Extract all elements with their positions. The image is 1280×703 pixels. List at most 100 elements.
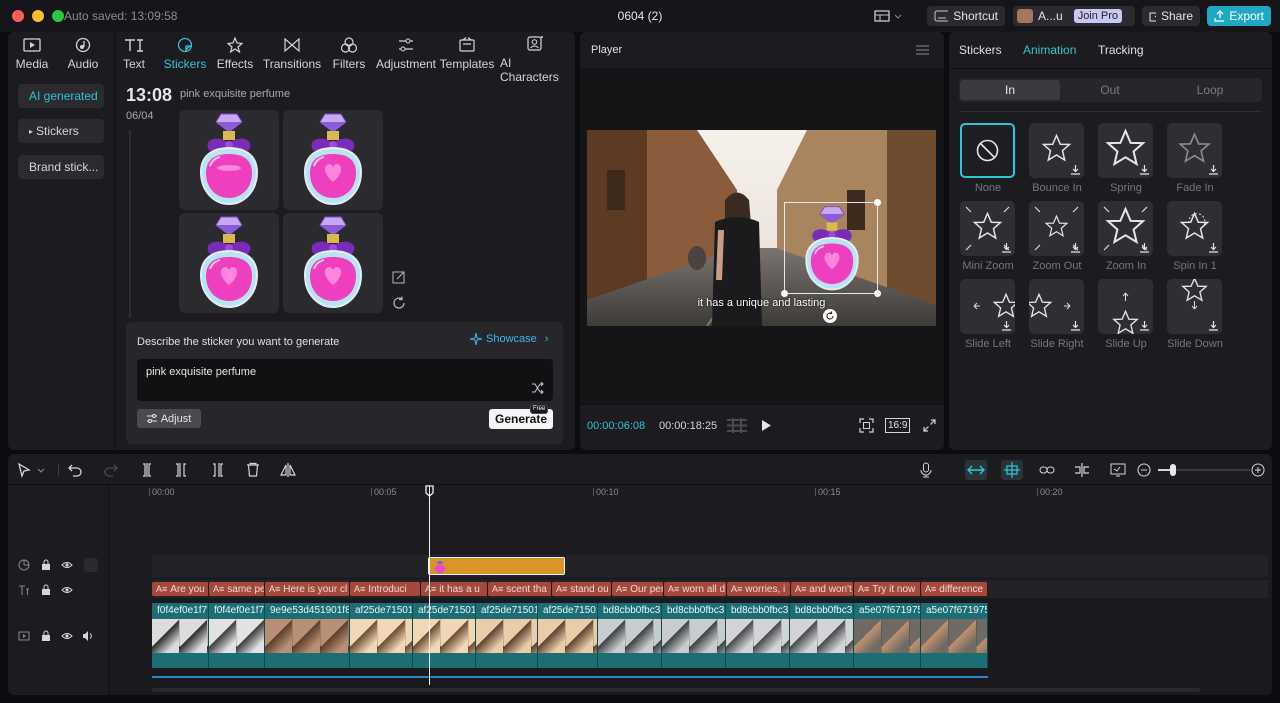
sticker-result-4[interactable] — [283, 213, 383, 313]
select-tool-icon[interactable] — [16, 462, 32, 478]
tab-animation[interactable]: Animation — [1023, 43, 1076, 57]
tab-media[interactable]: Media — [16, 36, 48, 72]
zoom-in-icon[interactable] — [1250, 462, 1266, 478]
animation-mini-zoom[interactable] — [960, 201, 1015, 256]
showcase-link[interactable]: Showcase › — [470, 333, 548, 345]
auto-snap-button[interactable] — [1001, 460, 1023, 480]
tab-ai-characters[interactable]: AI Characters — [500, 36, 570, 84]
resize-handle[interactable] — [781, 290, 788, 297]
thumbnail-toggle-icon[interactable] — [1110, 462, 1126, 478]
aspect-ratio-button[interactable]: 16:9 — [885, 418, 911, 433]
text-clip[interactable]: A≡Our perfu — [612, 582, 664, 596]
animation-none[interactable] — [960, 123, 1015, 178]
text-clip[interactable]: A≡ same pe — [209, 582, 265, 596]
video-frame[interactable]: it has a unique and lasting — [587, 130, 936, 326]
sticker-result-1[interactable] — [179, 110, 279, 210]
export-button[interactable]: Export — [1207, 6, 1271, 26]
text-clip[interactable]: A≡ worn all d — [664, 582, 727, 596]
edit-sticker-button[interactable] — [392, 270, 406, 284]
sidebar-item-brand-stickers[interactable]: Brand stick... — [18, 155, 104, 179]
sidebar-item-stickers[interactable]: ▸ Stickers — [18, 119, 104, 143]
join-pro-badge[interactable]: Join Pro — [1073, 9, 1123, 23]
segment-out[interactable]: Out — [1060, 80, 1160, 100]
split-icon[interactable] — [139, 462, 155, 478]
text-clip[interactable]: A≡ scent tha — [488, 582, 552, 596]
text-clip[interactable]: A≡ difference — [921, 582, 988, 596]
animation-slide-down[interactable] — [1167, 279, 1222, 334]
animation-slide-up[interactable] — [1098, 279, 1153, 334]
text-clip[interactable]: A≡ worries, i — [727, 582, 791, 596]
link-icon[interactable] — [1039, 462, 1055, 478]
video-clip[interactable]: f0f4ef0e1f7 — [152, 603, 209, 668]
fullscreen-fit-icon[interactable] — [859, 418, 874, 433]
zoom-slider-thumb[interactable] — [1170, 464, 1176, 476]
text-clip[interactable]: A≡ it has a u — [421, 582, 488, 596]
text-clip[interactable]: A≡ Try it now — [854, 582, 921, 596]
sticker-clip[interactable] — [428, 557, 565, 575]
video-clip[interactable]: af25de71501 — [476, 603, 538, 668]
zoom-slider-track[interactable] — [1158, 464, 1250, 476]
sticker-result-3[interactable] — [179, 213, 279, 313]
animation-spring[interactable] — [1098, 123, 1153, 178]
grid-icon[interactable] — [727, 418, 747, 433]
text-clip[interactable]: A≡ stand ou — [552, 582, 612, 596]
text-clip[interactable]: A≡ and won't — [791, 582, 854, 596]
lock-icon[interactable] — [40, 559, 52, 571]
segment-loop[interactable]: Loop — [1160, 80, 1260, 100]
zoom-out-icon[interactable] — [1136, 462, 1152, 478]
split-left-icon[interactable] — [174, 462, 190, 478]
segment-in[interactable]: In — [960, 80, 1060, 100]
resize-handle[interactable] — [874, 199, 881, 206]
animation-bounce-in[interactable] — [1029, 123, 1084, 178]
delete-icon[interactable] — [245, 462, 261, 478]
tab-text[interactable]: Text — [121, 36, 147, 72]
video-clip[interactable]: bd8cbb0fbc3 — [726, 603, 790, 668]
mirror-icon[interactable] — [280, 462, 296, 478]
video-clip[interactable]: a5e07f671975 — [854, 603, 921, 668]
lock-icon[interactable] — [40, 630, 52, 642]
tab-stickers-props[interactable]: Stickers — [959, 43, 1002, 57]
video-clip[interactable]: bd8cbb0fbc3 — [790, 603, 854, 668]
preview-axis-icon[interactable] — [1074, 462, 1090, 478]
eye-icon[interactable] — [61, 559, 73, 571]
video-clip[interactable]: a5e07f671975 — [921, 603, 988, 668]
rotate-handle[interactable] — [823, 309, 837, 323]
redo-icon[interactable] — [103, 462, 119, 478]
play-icon[interactable] — [761, 419, 772, 432]
animation-zoom-out[interactable] — [1029, 201, 1084, 256]
animation-fade-in[interactable] — [1167, 123, 1222, 178]
shuffle-icon[interactable] — [531, 382, 544, 394]
chevron-down-icon[interactable] — [36, 462, 46, 478]
text-clip[interactable]: A≡ Are you — [152, 582, 209, 596]
tab-adjustment[interactable]: Adjustment — [376, 36, 436, 72]
playhead-handle-icon[interactable] — [425, 485, 434, 497]
text-clip[interactable]: A≡ Here is your cl — [265, 582, 350, 596]
animation-spin-in-1[interactable] — [1167, 201, 1222, 256]
playhead[interactable] — [429, 485, 430, 685]
eye-icon[interactable] — [61, 584, 73, 596]
adjust-button[interactable]: Adjust — [137, 409, 201, 428]
microphone-icon[interactable] — [918, 462, 934, 478]
expand-icon[interactable] — [923, 419, 936, 432]
video-clip[interactable]: f0f4ef0e1f7 — [209, 603, 265, 668]
animation-slide-right[interactable] — [1029, 279, 1084, 334]
shortcut-button[interactable]: Shortcut — [927, 6, 1005, 26]
sticker-result-2[interactable] — [283, 110, 383, 210]
animation-slide-left[interactable] — [960, 279, 1015, 334]
video-clip[interactable]: af25de71501 — [350, 603, 413, 668]
layout-menu-button[interactable] — [874, 9, 902, 23]
video-clip[interactable]: 9e9e53d451901f8 — [265, 603, 350, 668]
menu-icon[interactable] — [916, 45, 929, 55]
video-clip[interactable]: bd8cbb0fbc3 — [598, 603, 662, 668]
regenerate-button[interactable] — [392, 296, 406, 310]
sidebar-item-ai-generated[interactable]: AI generated — [18, 84, 104, 108]
video-clip[interactable]: bd8cbb0fbc3 — [662, 603, 726, 668]
undo-icon[interactable] — [67, 462, 83, 478]
animation-zoom-in[interactable] — [1098, 201, 1153, 256]
eye-icon[interactable] — [61, 630, 73, 642]
share-button[interactable]: Share — [1142, 6, 1200, 26]
tab-tracking[interactable]: Tracking — [1098, 43, 1144, 57]
resize-handle[interactable] — [874, 290, 881, 297]
lock-icon[interactable] — [40, 584, 52, 596]
account-button[interactable]: A...u Join Pro — [1013, 6, 1135, 26]
